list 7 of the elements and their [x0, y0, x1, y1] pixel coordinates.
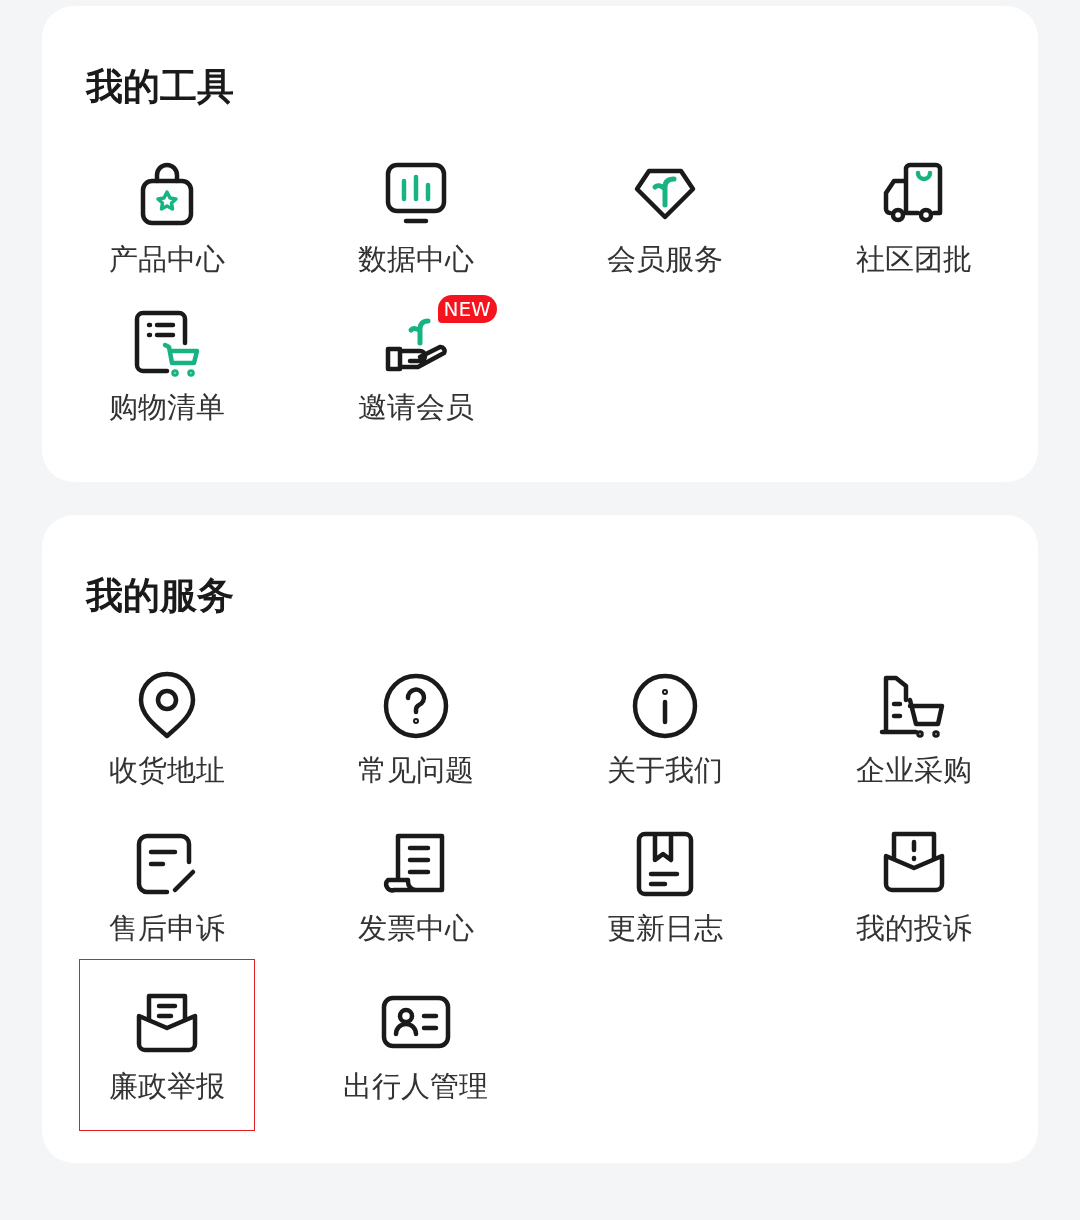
service-item[interactable]: 廉政举报 — [78, 959, 255, 1131]
tool-item[interactable]: 会员服务 — [576, 132, 753, 304]
tool-item[interactable]: NEW 邀请会员 — [327, 280, 504, 452]
tool-item[interactable]: 社区团批 — [825, 132, 1002, 304]
section-title: 我的工具 — [86, 64, 235, 110]
section-title: 我的服务 — [86, 573, 235, 619]
new-badge: NEW — [437, 295, 497, 323]
